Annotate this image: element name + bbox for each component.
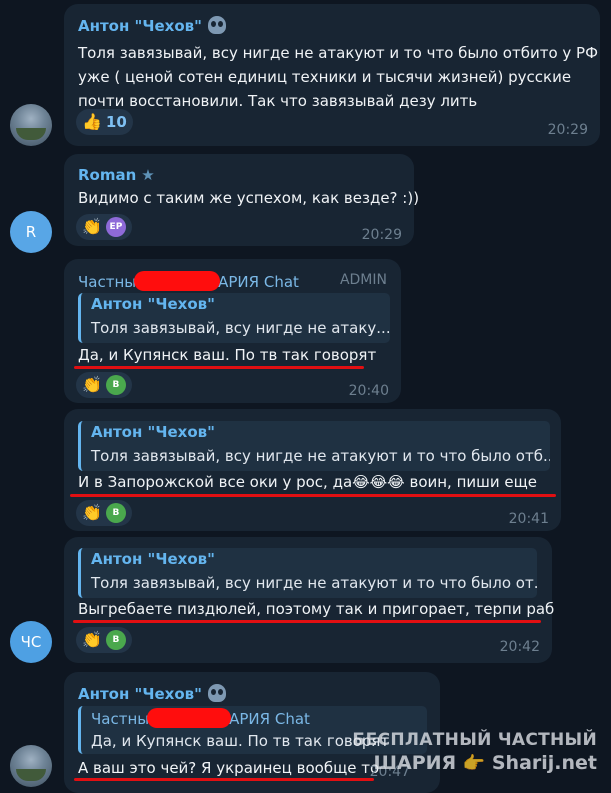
message-time: 20:41 xyxy=(508,511,549,527)
reaction-count: 10 xyxy=(105,113,127,131)
message-time: 20:40 xyxy=(348,383,389,399)
message-text: И в Запорожской все оки у рос, да😂😂😂 вои… xyxy=(78,473,537,491)
quote-text: Да, и Купянск ваш. По тв так говорят xyxy=(91,732,390,750)
pointing-hand-icon: 👉 xyxy=(462,753,486,774)
message-bubble[interactable]: Антон "Чехов" Толя завязывай, всу нигде … xyxy=(64,537,555,663)
clapping-hands-icon: 👏 xyxy=(82,217,102,236)
avatar-landscape-icon xyxy=(16,769,46,781)
red-underline xyxy=(74,778,374,781)
message-text: Выгребаете пиздюлей, поэтому так и приго… xyxy=(78,600,555,618)
message-bubble[interactable]: Roman ★ Видимо с таким же успехом, как ве… xyxy=(64,154,419,246)
avatar-anton-2[interactable] xyxy=(10,745,52,787)
message-time: 20:42 xyxy=(499,639,540,655)
watermark-sharia: ШАРИЯ xyxy=(373,752,457,774)
reaction-like[interactable]: 👍 10 xyxy=(76,109,133,135)
quote-author-end: АРИЯ Chat xyxy=(229,710,310,728)
reply-quote[interactable]: Антон "Чехов" Толя завязывай, всу нигде … xyxy=(78,548,537,598)
star-icon: ★ xyxy=(141,166,155,184)
clapping-hands-icon: 👏 xyxy=(82,503,102,522)
message-bubble[interactable]: Частны АРИЯ Chat ADMIN Антон "Чехов" Толя… xyxy=(64,259,401,403)
skull-icon xyxy=(207,16,226,34)
author-name-start: Частны xyxy=(78,273,137,291)
watermark-site: Sharij.net xyxy=(491,752,597,774)
redaction-mark xyxy=(134,271,221,291)
message-text-line: почти восстановили. Так что завязывай де… xyxy=(78,92,478,110)
avatar-initial: R xyxy=(25,223,37,241)
avatar-landscape-icon xyxy=(16,128,46,140)
thumbs-up-icon: 👍 xyxy=(82,112,102,131)
watermark-line2: ШАРИЯ 👉 Sharij.net xyxy=(374,752,597,774)
reactor-avatar: B xyxy=(105,503,126,523)
avatar-cs[interactable]: ЧС xyxy=(10,621,52,663)
quote-author: Антон "Чехов" xyxy=(91,423,215,441)
clapping-hands-icon: 👏 xyxy=(82,375,102,394)
reply-quote[interactable]: Антон "Чехов" Толя завязывай, всу нигде … xyxy=(78,293,390,343)
quote-author: Частны АРИЯ Chat xyxy=(91,708,310,728)
author-name-end: АРИЯ Chat xyxy=(218,273,299,291)
watermark-line1: БЕСПЛАТНЫЙ ЧАСТНЫЙ xyxy=(352,730,597,750)
reactor-avatar: EP xyxy=(105,217,126,237)
message-time: 20:29 xyxy=(547,122,588,138)
quote-text: Толя завязывай, всу нигде не атакуют и т… xyxy=(91,447,550,465)
red-underline xyxy=(73,620,541,623)
message-text: А ваш это чей? Я украинец вообще то xyxy=(78,759,380,777)
reaction-clap[interactable]: 👏 EP xyxy=(76,214,132,240)
message-author[interactable]: Антон "Чехов" xyxy=(78,16,226,35)
message-text: Да, и Купянск ваш. По тв так говорят xyxy=(78,346,377,364)
clapping-hands-icon: 👏 xyxy=(82,630,102,649)
reaction-clap[interactable]: 👏 B xyxy=(76,372,132,398)
reply-quote[interactable]: Антон "Чехов" Толя завязывай, всу нигде … xyxy=(78,421,550,471)
quote-text: Толя завязывай, всу нигде не атакуют и т… xyxy=(91,574,537,592)
avatar-initial: ЧС xyxy=(20,633,42,651)
avatar-roman[interactable]: R xyxy=(10,211,52,253)
reaction-clap[interactable]: 👏 B xyxy=(76,627,132,653)
quote-author-start: Частны xyxy=(91,710,150,728)
admin-badge: ADMIN xyxy=(339,272,387,288)
reaction-clap[interactable]: 👏 B xyxy=(76,500,132,526)
reactor-avatar: B xyxy=(105,375,126,395)
message-text-line: Толя завязывай, всу нигде не атакуют и т… xyxy=(78,44,598,62)
red-underline xyxy=(70,494,556,497)
message-author[interactable]: Частны АРИЯ Chat xyxy=(78,271,299,291)
author-name: Антон "Чехов" xyxy=(78,17,202,35)
skull-icon xyxy=(207,684,226,702)
redaction-mark xyxy=(147,708,232,728)
message-author[interactable]: Антон "Чехов" xyxy=(78,684,226,703)
message-text: Видимо с таким же успехом, как везде? :)… xyxy=(78,189,420,207)
message-author[interactable]: Roman ★ xyxy=(78,166,155,184)
author-name: Антон "Чехов" xyxy=(78,685,202,703)
quote-author: Антон "Чехов" xyxy=(91,295,215,313)
author-name: Roman xyxy=(78,166,137,184)
message-time: 20:29 xyxy=(361,227,402,243)
quote-author: Антон "Чехов" xyxy=(91,550,215,568)
message-bubble[interactable]: Антон "Чехов" Толя завязывай, всу нигде … xyxy=(64,409,561,531)
message-text-line: уже ( ценой сотен единиц техники и тысяч… xyxy=(78,68,572,86)
red-underline xyxy=(74,366,364,369)
avatar-anton-1[interactable] xyxy=(10,104,52,146)
message-bubble[interactable]: Антон "Чехов" Толя завязывай, всу нигде … xyxy=(64,4,600,146)
quote-text: Толя завязывай, всу нигде не атаку... xyxy=(91,319,390,337)
reactor-avatar: B xyxy=(105,630,126,650)
